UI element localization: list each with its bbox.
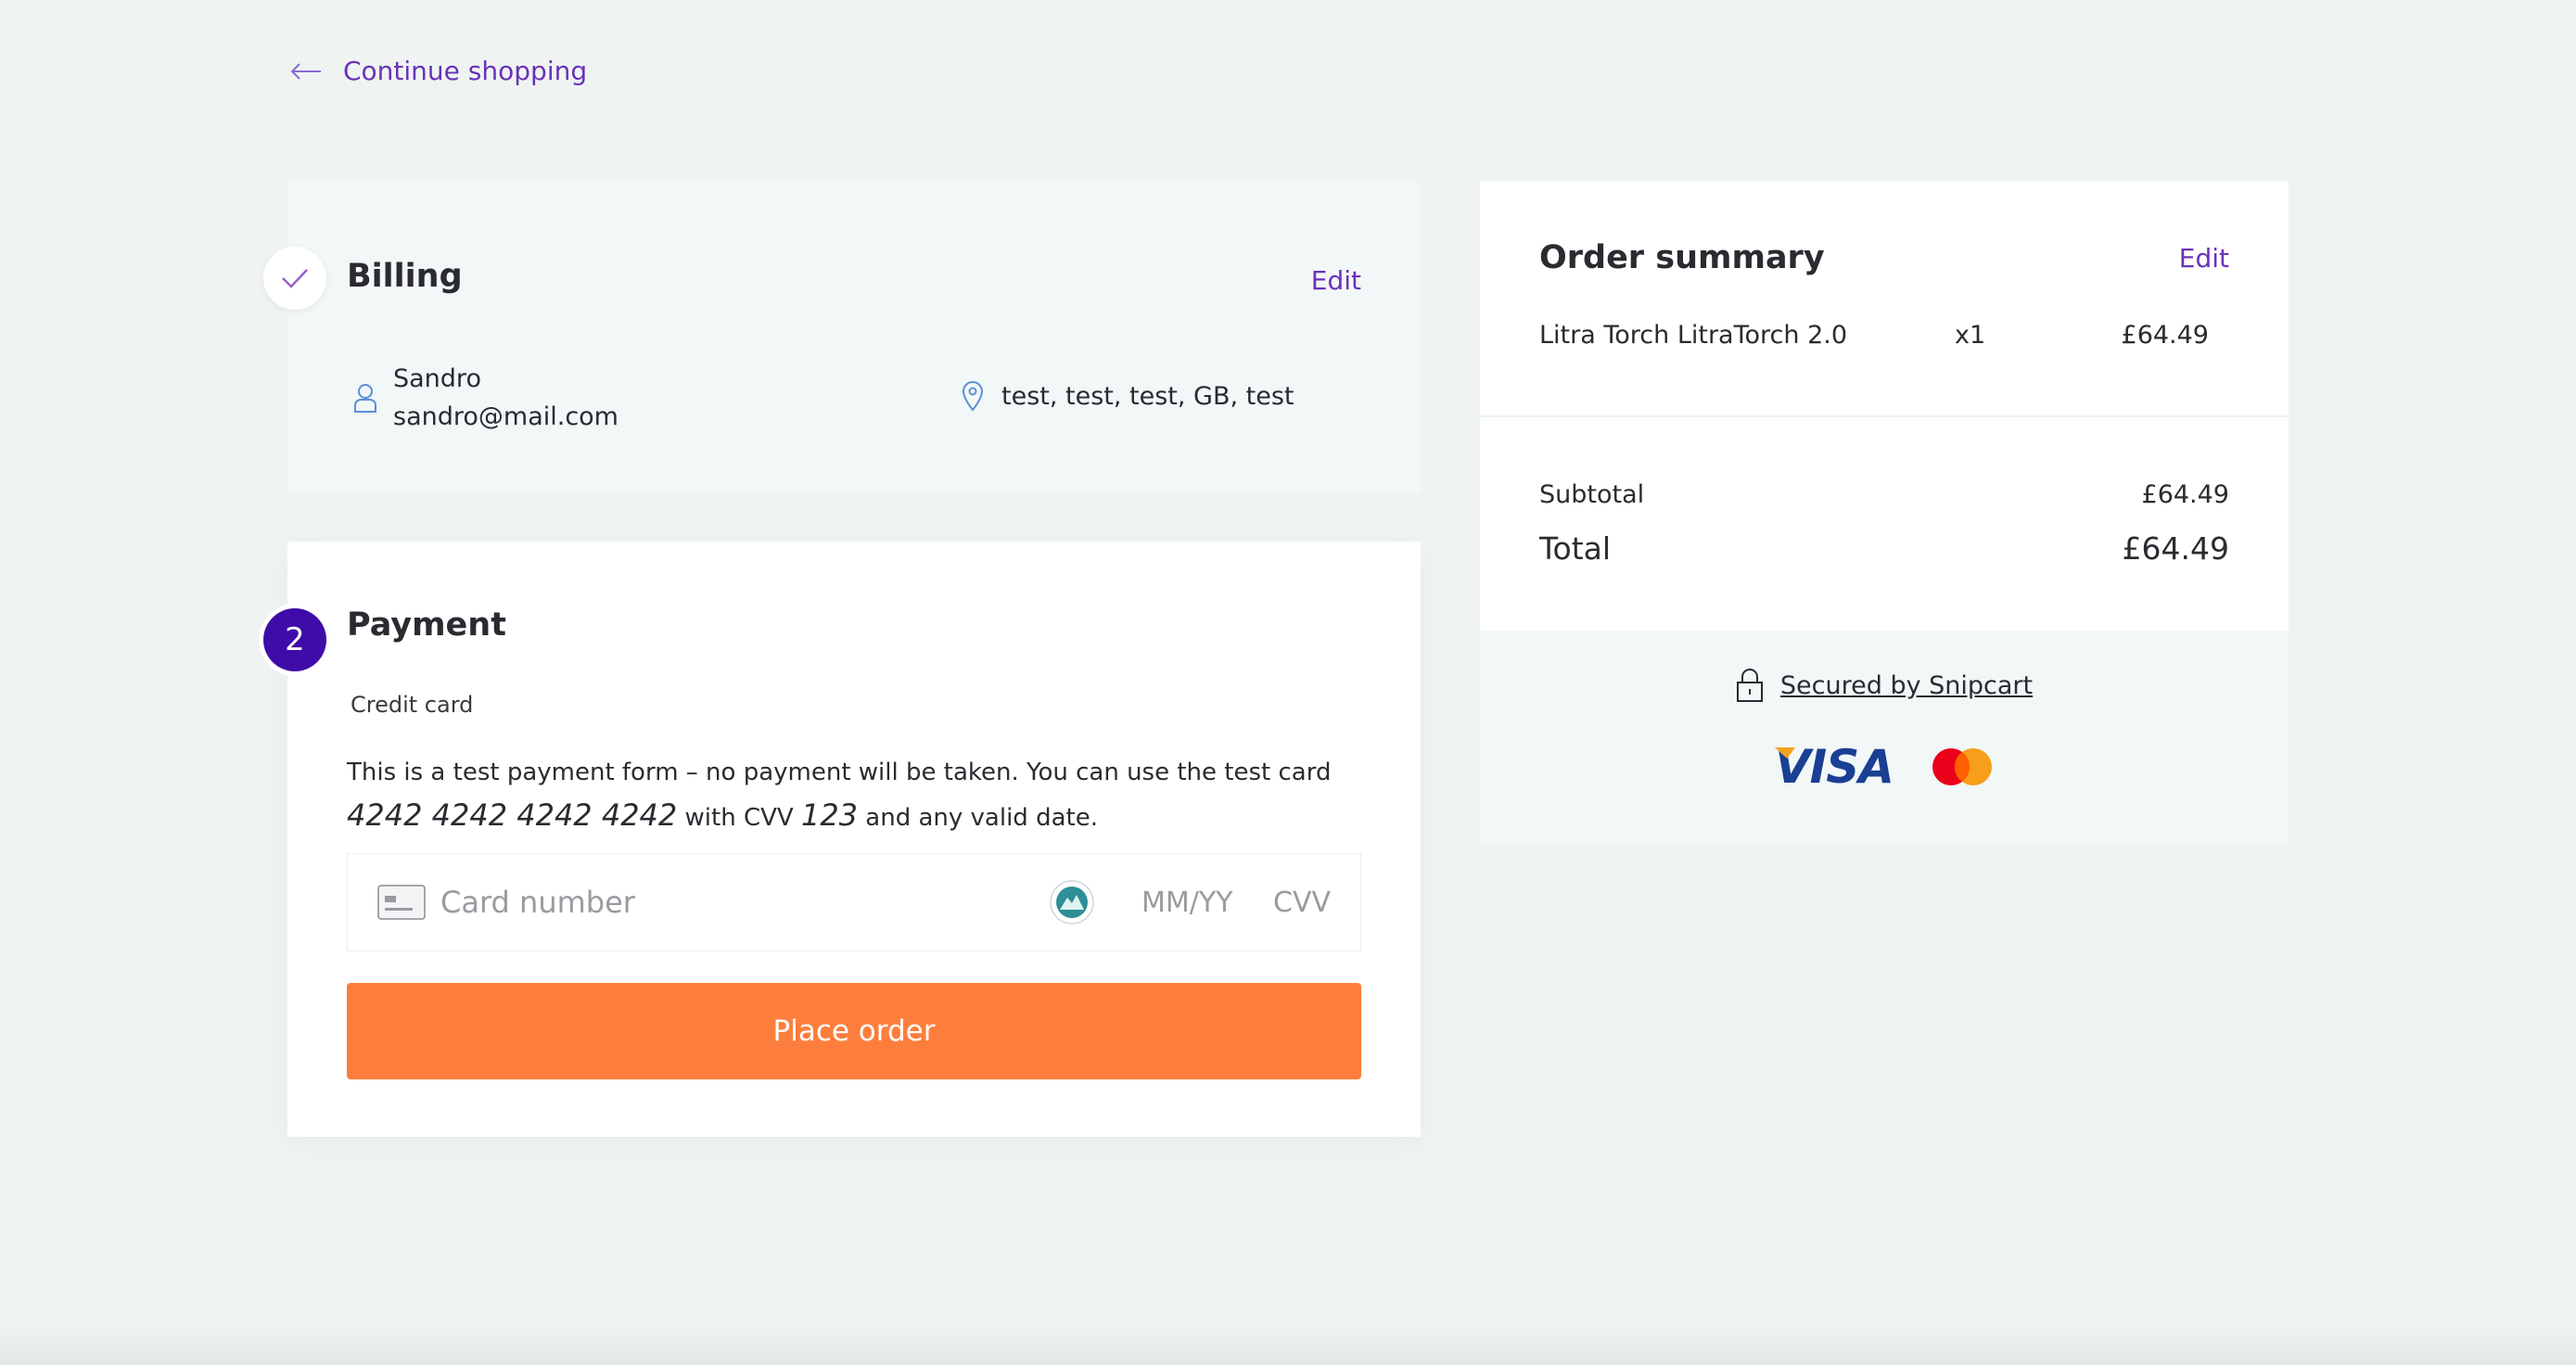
card-input-group [347,853,1361,951]
order-item-name: Litra Torch LitraTorch 2.0 [1539,321,1848,350]
accepted-cards: VISA [1480,740,2289,794]
credit-card-icon [377,885,426,920]
order-item-quantity: x1 [1955,321,1986,350]
continue-shopping-label: Continue shopping [343,56,588,86]
billing-address: test, test, test, GB, test [961,380,1294,412]
billing-name: Sandro [393,364,481,393]
mastercard-logo [1932,748,1992,785]
location-pin-icon [962,381,984,412]
note-prefix: This is a test payment form – no payment… [347,759,1332,786]
payment-section: 2 Payment Credit card This is a test pay… [263,542,1421,1137]
note-mid: with CVV [677,804,801,832]
billing-section: Billing Edit Sandro sandro@mail.com test… [263,182,1421,493]
subtotal-value: £64.49 [2141,480,2229,509]
test-card-number: 4242 4242 4242 4242 [347,797,678,833]
note-suffix: and any valid date. [858,804,1098,832]
arrow-left-icon [290,62,321,80]
checkout-page: Continue shopping Billing Edit Sandro sa… [0,0,2576,1365]
billing-contact: Sandro sandro@mail.com [352,360,618,436]
order-summary-title: Order summary [1539,239,1825,276]
subtotal-row: Subtotal £64.49 [1539,480,2229,509]
billing-address-text: test, test, test, GB, test [1001,381,1294,411]
visa-logo: VISA [1774,740,1894,794]
lock-icon [1736,669,1763,702]
billing-edit-link[interactable]: Edit [1311,265,1361,296]
billing-title: Billing [347,258,463,295]
order-summary-section: Order summary Edit Litra Torch LitraTorc… [1480,182,2289,846]
bottom-shade [0,1324,2576,1365]
card-number-input[interactable] [440,885,978,920]
payment-method-label: Credit card [351,692,474,718]
billing-email: sandro@mail.com [393,402,618,431]
secured-by: Secured by Snipcart [1480,668,2289,703]
total-value: £64.49 [2122,530,2229,567]
order-item-price: £64.49 [2121,321,2209,350]
continue-shopping-link[interactable]: Continue shopping [289,56,587,86]
card-brand-icon [1050,880,1094,925]
secured-by-snipcart-link[interactable]: Secured by Snipcart [1780,671,2033,700]
total-row: Total £64.49 [1539,530,2229,567]
place-order-button[interactable]: Place order [347,983,1361,1079]
test-payment-note: This is a test payment form – no payment… [347,751,1376,839]
test-cvv: 123 [800,797,859,833]
payment-step-badge: 2 [263,608,326,671]
subtotal-label: Subtotal [1539,480,1645,509]
payment-title: Payment [347,606,506,644]
summary-divider [1480,415,2289,417]
user-icon [354,384,376,413]
cvv-input[interactable] [1273,886,1347,919]
total-label: Total [1539,530,1612,567]
expiry-input[interactable] [1141,886,1245,919]
security-area: Secured by Snipcart VISA [1480,631,2289,846]
billing-step-badge [263,247,326,310]
order-summary-edit-link[interactable]: Edit [2179,243,2229,274]
check-icon [282,269,308,288]
